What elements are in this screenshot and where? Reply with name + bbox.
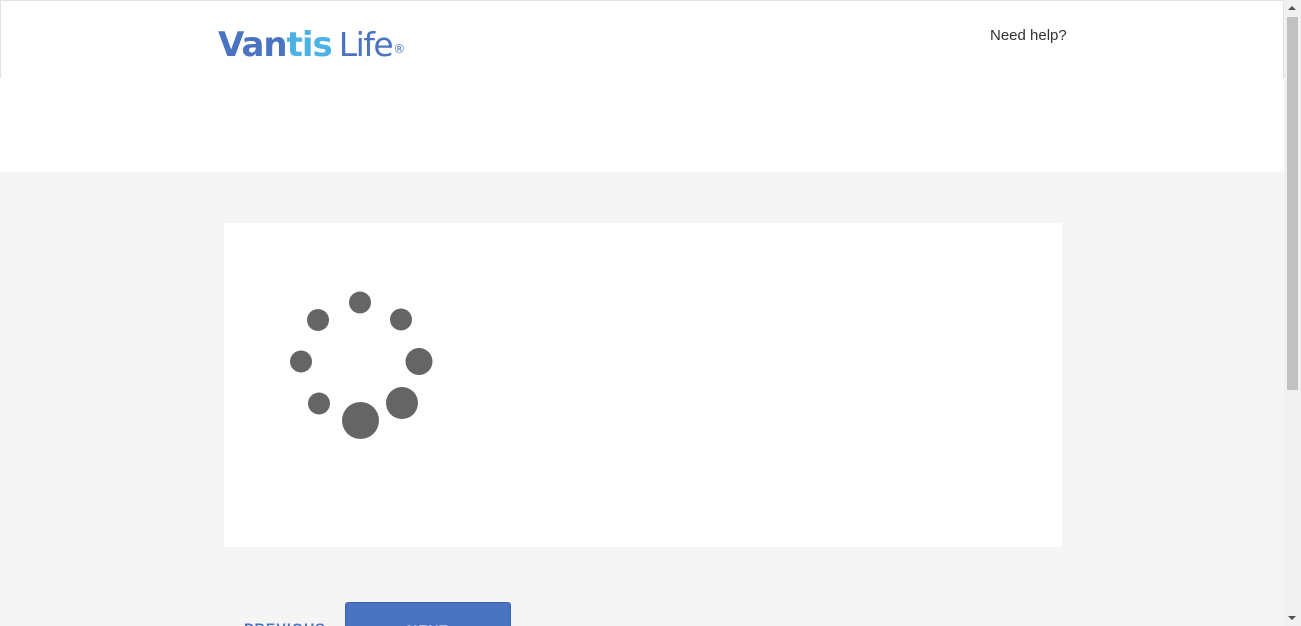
previous-button[interactable]: PREVIOUS: [224, 602, 344, 626]
scroll-down-button[interactable]: [1284, 609, 1301, 626]
spinner-dot: [349, 291, 371, 314]
spinner-dot: [405, 348, 433, 375]
spinner-dot: [307, 309, 329, 331]
arrow-down-icon: [1288, 616, 1296, 620]
form-navigation: PREVIOUS NEXT: [224, 602, 624, 626]
spinner-dot: [386, 387, 418, 419]
logo-text-life: Life: [338, 25, 394, 64]
loading-spinner-icon: [290, 291, 433, 439]
spinner-dot: [390, 308, 412, 331]
scrollbar-thumb[interactable]: [1287, 17, 1298, 390]
registered-mark: ®: [393, 42, 406, 56]
logo-text-tis: tis: [286, 25, 333, 65]
vertical-scrollbar[interactable]: [1284, 0, 1301, 626]
content-card: [224, 223, 1062, 547]
logo-text-van: Van: [218, 25, 288, 65]
spinner-dot: [308, 392, 330, 415]
spinner-dot: [342, 402, 379, 439]
site-header: Van tis Life ® Need help?: [0, 0, 1284, 172]
scroll-up-button[interactable]: [1284, 0, 1301, 17]
header-bar: Van tis Life ® Need help?: [0, 0, 1284, 78]
page: Van tis Life ® Need help? PREVIOUS NEXT: [0, 0, 1301, 626]
spinner-dot: [290, 350, 312, 373]
next-button[interactable]: NEXT: [345, 602, 511, 626]
need-help-link[interactable]: Need help?: [990, 25, 1067, 47]
vantis-life-logo[interactable]: Van tis Life ®: [218, 25, 405, 65]
arrow-up-icon: [1288, 6, 1296, 10]
